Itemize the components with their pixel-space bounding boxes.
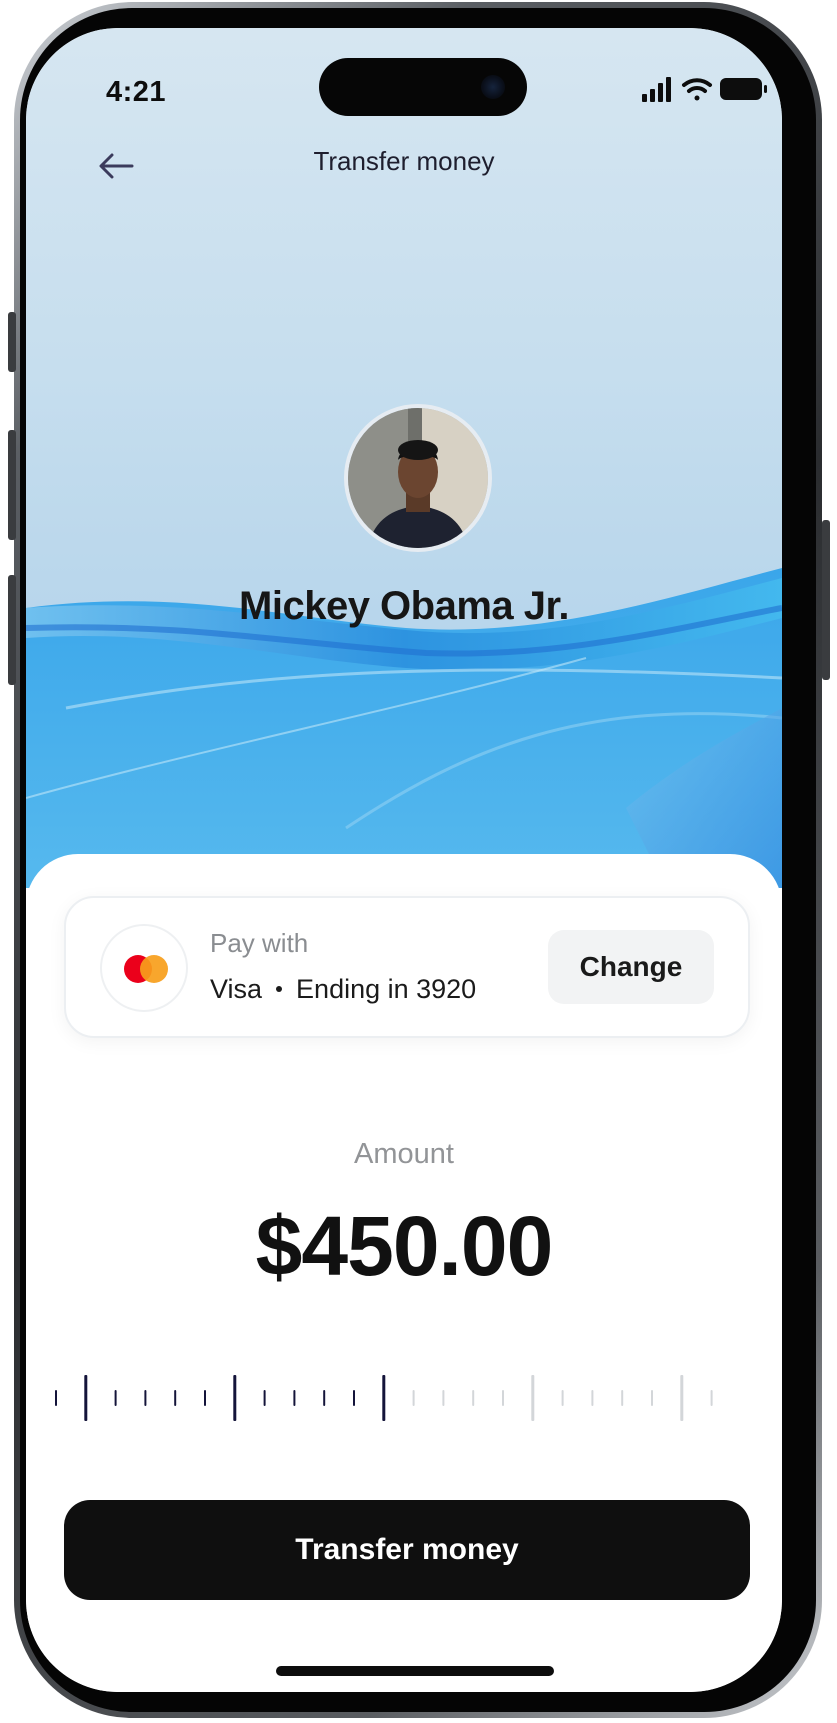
payment-method-card[interactable]: Pay with Visa Ending in 3920 Change	[64, 896, 750, 1038]
slider-minor-tick	[710, 1390, 713, 1406]
action-button	[8, 312, 16, 372]
slider-minor-tick	[353, 1390, 355, 1406]
camera-icon	[481, 75, 505, 99]
slider-minor-tick	[651, 1390, 653, 1406]
power-button	[822, 520, 830, 680]
slider-minor-tick	[55, 1390, 57, 1406]
slider-minor-tick	[442, 1390, 445, 1406]
slider-minor-tick	[621, 1390, 624, 1406]
transfer-money-button[interactable]: Transfer money	[64, 1500, 750, 1600]
slider-minor-tick	[412, 1390, 415, 1406]
page-title: Transfer money	[313, 146, 495, 176]
slider-minor-tick	[293, 1390, 296, 1406]
slider-minor-tick	[472, 1390, 475, 1406]
card-ending: Ending in 3920	[296, 974, 477, 1004]
avatar	[344, 404, 492, 552]
slider-major-tick	[680, 1375, 684, 1421]
amount-slider[interactable]	[26, 1358, 782, 1438]
slider-minor-tick	[204, 1390, 206, 1406]
slider-major-tick	[233, 1375, 237, 1421]
change-button[interactable]: Change	[548, 930, 714, 1004]
amount-label: Amount	[354, 1138, 454, 1170]
pay-with-label: Pay with	[210, 928, 309, 958]
volume-down-button	[8, 575, 16, 685]
separator-dot	[276, 985, 283, 992]
slider-minor-tick	[263, 1390, 266, 1406]
signal-bars-icon	[642, 77, 671, 102]
dynamic-island	[319, 58, 527, 116]
battery-icon	[720, 78, 767, 100]
card-details: Visa Ending in 3920	[210, 974, 476, 1005]
slider-minor-tick	[591, 1390, 594, 1406]
status-time: 4:21	[106, 76, 167, 108]
slider-minor-tick	[114, 1390, 117, 1406]
volume-up-button	[8, 430, 16, 540]
status-icons	[642, 77, 767, 102]
slider-major-tick	[84, 1375, 88, 1421]
mastercard-logo-icon-orange	[140, 955, 168, 983]
slider-minor-tick	[502, 1390, 504, 1406]
wifi-icon	[682, 78, 712, 101]
slider-minor-tick	[174, 1390, 177, 1406]
slider-minor-tick	[323, 1390, 326, 1406]
slider-major-tick	[531, 1375, 535, 1421]
recipient-photo	[348, 408, 488, 548]
slider-minor-tick	[561, 1390, 564, 1406]
amount-value: $450.00	[255, 1199, 554, 1293]
home-indicator	[276, 1666, 554, 1676]
recipient-name: Mickey Obama Jr.	[239, 584, 569, 628]
card-logo	[100, 924, 188, 1012]
card-brand: Visa	[210, 974, 263, 1004]
slider-minor-tick	[144, 1390, 147, 1406]
slider-major-tick	[382, 1375, 386, 1421]
app-screen: 4:21 Transfer money Mickey Obama Jr. Pay…	[26, 28, 782, 1692]
